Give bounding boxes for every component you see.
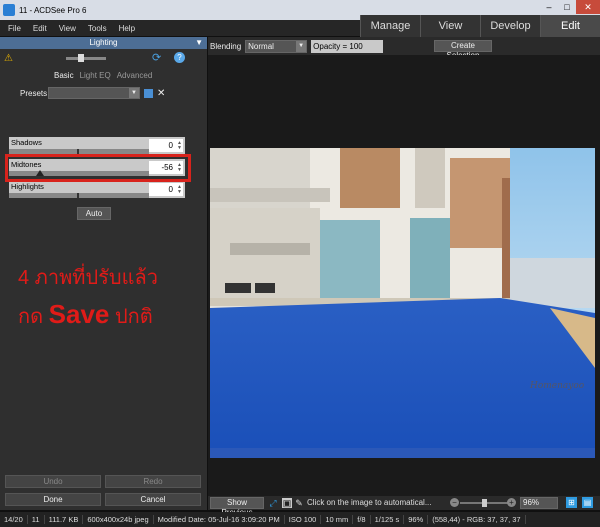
- show-previous-button[interactable]: Show Previous: [210, 497, 264, 517]
- blending-label: Blending: [210, 41, 242, 51]
- tab-develop[interactable]: Develop: [480, 15, 540, 37]
- tab-view[interactable]: View: [420, 15, 480, 37]
- midtones-highlight-box: [5, 154, 191, 182]
- shadows-slider[interactable]: Shadows 0 ▲ ▼: [9, 137, 185, 154]
- watermark-text: Homenayoo: [529, 381, 585, 391]
- reset-icon[interactable]: ⟳: [152, 51, 161, 64]
- status-aperture: f/8: [353, 515, 371, 524]
- chevron-down-icon[interactable]: ▼: [129, 88, 139, 98]
- annotation-prefix: กด: [18, 306, 49, 328]
- photo[interactable]: Homenayoo: [210, 148, 595, 458]
- panel-title: Lighting: [89, 38, 118, 47]
- zoom-slider[interactable]: [460, 499, 512, 507]
- status-focal: 10 mm: [321, 515, 354, 524]
- mode-tabs: Manage View Develop Edit: [360, 15, 600, 37]
- status-modified: Modified Date: 05-Jul-16 3:09:20 PM: [154, 515, 285, 524]
- chevron-down-icon[interactable]: ▼: [296, 40, 307, 52]
- status-zoom: 96%: [404, 515, 429, 524]
- highlights-center-mark: [77, 193, 79, 198]
- highlights-label: Highlights: [11, 182, 44, 191]
- compare-icon[interactable]: ▣: [282, 498, 292, 508]
- navigator-icon[interactable]: ▤: [582, 497, 593, 508]
- shadows-label: Shadows: [11, 138, 42, 147]
- viewer-toolbar: Show Previous ⤢ ▣ ✎ Click on the image t…: [208, 496, 600, 517]
- status-position: 14/20: [0, 515, 28, 524]
- opacity-field[interactable]: Opacity = 100: [311, 39, 384, 53]
- create-selection-button[interactable]: Create Selection: [434, 40, 492, 60]
- tab-advanced[interactable]: Advanced: [117, 71, 153, 80]
- tab-edit[interactable]: Edit: [540, 15, 600, 37]
- menu-tools[interactable]: Tools: [88, 24, 107, 33]
- help-icon[interactable]: ?: [174, 52, 185, 63]
- blending-dropdown[interactable]: Normal ▼: [245, 39, 308, 53]
- fit-icon[interactable]: ⊞: [566, 497, 577, 508]
- panel-collapse-icon[interactable]: ▼: [195, 37, 203, 49]
- status-dimensions: 600x400x24b jpeg: [83, 515, 154, 524]
- blending-toolbar: Blending Normal ▼ Opacity = 100 Create S…: [208, 37, 600, 60]
- zoom-slider-thumb[interactable]: [482, 499, 487, 507]
- status-pixel: (558,44) - RGB: 37, 37, 37: [428, 515, 526, 524]
- zoom-out-icon[interactable]: −: [450, 498, 459, 507]
- menu-edit[interactable]: Edit: [33, 24, 47, 33]
- save-preset-icon[interactable]: [144, 88, 153, 98]
- presets-dropdown[interactable]: ▼: [48, 87, 140, 99]
- viewer-message: Click on the image to automatical...: [307, 498, 432, 507]
- highlights-spinner-icon[interactable]: ▲ ▼: [177, 185, 182, 195]
- warning-icon: ⚠: [4, 52, 13, 64]
- status-bar: 14/20 11 111.7 KB 600x400x24b jpeg Modif…: [0, 512, 600, 527]
- window-title: 11 - ACDSee Pro 6: [19, 5, 87, 15]
- annotation-suffix: ปกติ: [109, 306, 153, 328]
- strength-slider[interactable]: [66, 54, 106, 62]
- close-icon[interactable]: ✕: [576, 0, 600, 14]
- expand-icon[interactable]: ⤢: [268, 498, 278, 508]
- highlights-track[interactable]: [9, 193, 149, 198]
- zoom-dropdown[interactable]: 96%: [520, 497, 558, 509]
- strength-slider-thumb[interactable]: [78, 54, 84, 62]
- menu-view[interactable]: View: [59, 24, 76, 33]
- maximize-icon[interactable]: □: [558, 0, 576, 14]
- lighting-subtabs: Basic Light EQ Advanced: [54, 71, 158, 80]
- minimize-icon[interactable]: –: [540, 0, 558, 14]
- presets-row: Presets ▼ ✕: [20, 87, 165, 99]
- status-iso: ISO 100: [285, 515, 322, 524]
- lighting-panel: Lighting ▼ ⚠ ⟳ ? Basic Light EQ Advanced…: [0, 37, 207, 510]
- delete-preset-icon[interactable]: ✕: [157, 88, 165, 99]
- zoom-in-icon[interactable]: +: [507, 498, 516, 507]
- image-viewer[interactable]: Homenayoo: [208, 55, 600, 496]
- app-icon: [3, 4, 15, 16]
- menu-file[interactable]: File: [8, 24, 21, 33]
- presets-label: Presets: [20, 88, 48, 98]
- panel-tools: ⚠ ⟳ ?: [0, 49, 207, 67]
- blending-value: Normal: [248, 41, 274, 51]
- redo-button[interactable]: Redo: [105, 475, 201, 488]
- shadows-spinner-icon[interactable]: ▲ ▼: [177, 141, 182, 151]
- status-filesize: 111.7 KB: [45, 515, 84, 524]
- done-button[interactable]: Done: [5, 493, 101, 506]
- tab-light-eq[interactable]: Light EQ: [80, 71, 111, 80]
- annotation-line-2: กด Save ปกติ: [18, 299, 153, 332]
- menu-bar: File Edit View Tools Help: [0, 20, 360, 36]
- window-controls: – □ ✕: [540, 0, 600, 14]
- eyedropper-icon[interactable]: ✎: [294, 498, 304, 508]
- undo-button[interactable]: Undo: [5, 475, 101, 488]
- tab-manage[interactable]: Manage: [360, 15, 420, 37]
- tab-basic[interactable]: Basic: [54, 71, 74, 80]
- highlights-slider[interactable]: Highlights 0 ▲ ▼: [9, 181, 185, 198]
- status-filename: 11: [28, 515, 45, 524]
- annotation-line-1: 4 ภาพที่ปรับแล้ว: [18, 267, 158, 289]
- status-shutter: 1/125 s: [371, 515, 405, 524]
- annotation-save-word: Save: [48, 299, 110, 329]
- cancel-button[interactable]: Cancel: [105, 493, 201, 506]
- auto-button[interactable]: Auto: [77, 207, 111, 220]
- panel-header[interactable]: Lighting ▼: [0, 37, 207, 49]
- menu-help[interactable]: Help: [119, 24, 135, 33]
